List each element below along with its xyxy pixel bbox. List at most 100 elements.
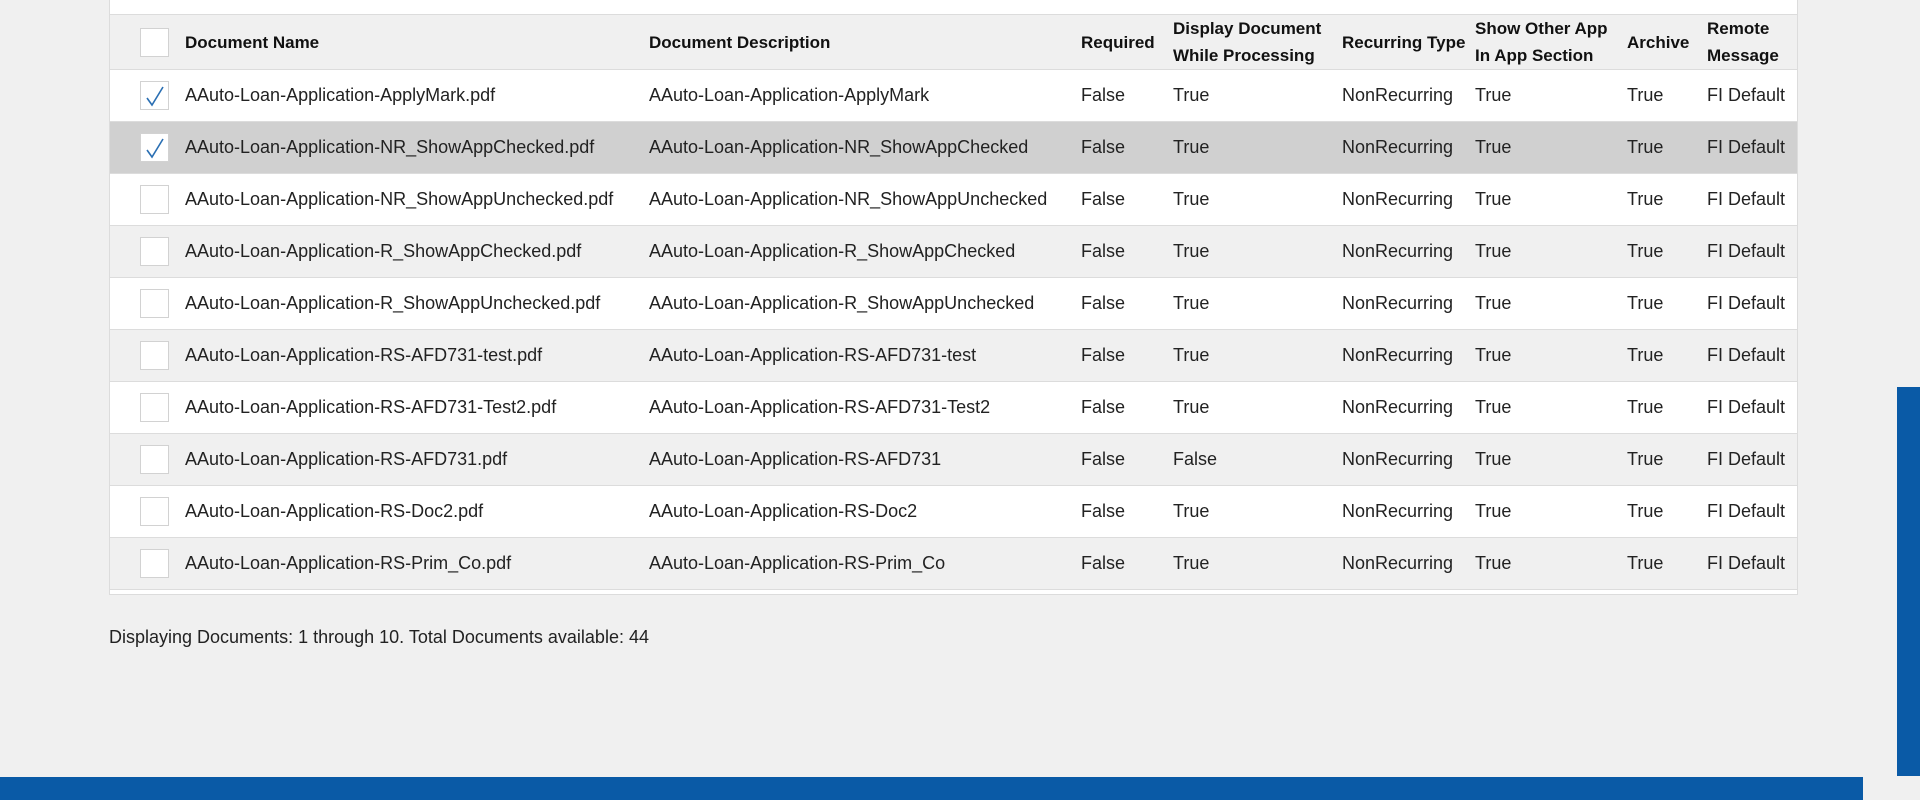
row-select-cell (110, 277, 185, 330)
pagination-status: Displaying Documents: 1 through 10. Tota… (109, 627, 649, 647)
document-description-cell: AAuto-Loan-Application-R_ShowAppUnchecke… (649, 277, 1081, 330)
col-header-show-other-app[interactable]: Show Other App In App Section (1475, 15, 1627, 70)
row-checkbox[interactable] (140, 445, 169, 474)
remote-message-cell: FI Default (1707, 173, 1797, 226)
required-cell: False (1081, 121, 1173, 174)
documents-table: Document Name Document Description Requi… (110, 15, 1797, 590)
remote-message-cell: FI Default (1707, 485, 1797, 538)
archive-cell: True (1627, 433, 1707, 486)
grid-top-strip (110, 0, 1797, 15)
remote-message-cell: FI Default (1707, 277, 1797, 330)
table-row[interactable]: AAuto-Loan-Application-R_ShowAppChecked.… (110, 225, 1797, 278)
row-select-cell (110, 381, 185, 434)
required-cell: False (1081, 485, 1173, 538)
document-description-cell: AAuto-Loan-Application-ApplyMark (649, 69, 1081, 122)
col-header-remote-message[interactable]: Remote Message (1707, 15, 1797, 70)
row-select-cell (110, 433, 185, 486)
row-checkbox[interactable] (140, 497, 169, 526)
table-row[interactable]: AAuto-Loan-Application-RS-AFD731-Test2.p… (110, 381, 1797, 434)
display-while-processing-cell: True (1173, 537, 1342, 590)
recurring-type-cell: NonRecurring (1342, 225, 1475, 278)
remote-message-cell: FI Default (1707, 121, 1797, 174)
vertical-scrollbar-thumb[interactable] (1897, 387, 1920, 776)
row-checkbox[interactable] (140, 393, 169, 422)
table-row[interactable]: AAuto-Loan-Application-ApplyMark.pdf AAut… (110, 69, 1797, 122)
select-all-checkbox[interactable] (140, 27, 169, 57)
table-row[interactable]: AAuto-Loan-Application-NR_ShowAppChecked… (110, 121, 1797, 174)
document-description-cell: AAuto-Loan-Application-R_ShowAppChecked (649, 225, 1081, 278)
show-other-app-cell: True (1475, 381, 1627, 434)
row-checkbox[interactable] (140, 133, 169, 162)
document-name-cell: AAuto-Loan-Application-R_ShowAppUnchecke… (185, 277, 649, 330)
document-name-cell: AAuto-Loan-Application-NR_ShowAppUncheck… (185, 173, 649, 226)
show-other-app-cell: True (1475, 537, 1627, 590)
remote-message-cell: FI Default (1707, 433, 1797, 486)
recurring-type-cell: NonRecurring (1342, 433, 1475, 486)
row-checkbox[interactable] (140, 289, 169, 318)
table-header-row: Document Name Document Description Requi… (110, 15, 1797, 70)
recurring-type-cell: NonRecurring (1342, 277, 1475, 330)
archive-cell: True (1627, 225, 1707, 278)
document-name-cell: AAuto-Loan-Application-RS-AFD731.pdf (185, 433, 649, 486)
remote-message-cell: FI Default (1707, 69, 1797, 122)
recurring-type-cell: NonRecurring (1342, 537, 1475, 590)
document-description-cell: AAuto-Loan-Application-RS-AFD731-Test2 (649, 381, 1081, 434)
table-row[interactable]: AAuto-Loan-Application-RS-Prim_Co.pdf AAu… (110, 537, 1797, 590)
show-other-app-cell: True (1475, 173, 1627, 226)
row-select-cell (110, 537, 185, 590)
required-cell: False (1081, 329, 1173, 382)
remote-message-cell: FI Default (1707, 537, 1797, 590)
remote-message-cell: FI Default (1707, 225, 1797, 278)
remote-message-cell: FI Default (1707, 381, 1797, 434)
col-header-recurring-type[interactable]: Recurring Type (1342, 15, 1475, 70)
document-name-cell: AAuto-Loan-Application-RS-AFD731-Test2.p… (185, 381, 649, 434)
display-while-processing-cell: True (1173, 381, 1342, 434)
document-description-cell: AAuto-Loan-Application-RS-AFD731-test (649, 329, 1081, 382)
display-while-processing-cell: True (1173, 485, 1342, 538)
row-checkbox[interactable] (140, 341, 169, 370)
display-while-processing-cell: True (1173, 277, 1342, 330)
required-cell: False (1081, 69, 1173, 122)
recurring-type-cell: NonRecurring (1342, 173, 1475, 226)
col-header-archive[interactable]: Archive (1627, 15, 1707, 70)
col-header-document-name[interactable]: Document Name (185, 15, 649, 70)
archive-cell: True (1627, 381, 1707, 434)
row-select-cell (110, 485, 185, 538)
document-name-cell: AAuto-Loan-Application-RS-Doc2.pdf (185, 485, 649, 538)
table-row[interactable]: AAuto-Loan-Application-RS-AFD731.pdf AAut… (110, 433, 1797, 486)
show-other-app-cell: True (1475, 433, 1627, 486)
document-name-cell: AAuto-Loan-Application-ApplyMark.pdf (185, 69, 649, 122)
recurring-type-cell: NonRecurring (1342, 69, 1475, 122)
document-description-cell: AAuto-Loan-Application-NR_ShowAppUncheck… (649, 173, 1081, 226)
select-all-cell (110, 15, 185, 70)
col-header-document-description[interactable]: Document Description (649, 15, 1081, 70)
document-description-cell: AAuto-Loan-Application-RS-Prim_Co (649, 537, 1081, 590)
row-checkbox[interactable] (140, 549, 169, 578)
col-header-required[interactable]: Required (1081, 15, 1173, 70)
archive-cell: True (1627, 329, 1707, 382)
required-cell: False (1081, 433, 1173, 486)
row-select-cell (110, 225, 185, 278)
documents-grid: Document Name Document Description Requi… (109, 0, 1798, 595)
checkmark-icon (146, 138, 164, 159)
document-description-cell: AAuto-Loan-Application-NR_ShowAppChecked (649, 121, 1081, 174)
row-checkbox[interactable] (140, 237, 169, 266)
show-other-app-cell: True (1475, 121, 1627, 174)
table-row[interactable]: AAuto-Loan-Application-NR_ShowAppUncheck… (110, 173, 1797, 226)
archive-cell: True (1627, 69, 1707, 122)
table-row[interactable]: AAuto-Loan-Application-R_ShowAppUnchecke… (110, 277, 1797, 330)
row-select-cell (110, 69, 185, 122)
document-description-cell: AAuto-Loan-Application-RS-Doc2 (649, 485, 1081, 538)
table-row[interactable]: AAuto-Loan-Application-RS-AFD731-test.pd… (110, 329, 1797, 382)
col-header-display-while-processing[interactable]: Display Document While Processing (1173, 15, 1342, 70)
display-while-processing-cell: True (1173, 69, 1342, 122)
required-cell: False (1081, 537, 1173, 590)
table-row[interactable]: AAuto-Loan-Application-RS-Doc2.pdf AAuto-… (110, 485, 1797, 538)
recurring-type-cell: NonRecurring (1342, 329, 1475, 382)
required-cell: False (1081, 173, 1173, 226)
row-checkbox[interactable] (140, 185, 169, 214)
document-name-cell: AAuto-Loan-Application-R_ShowAppChecked.… (185, 225, 649, 278)
display-while-processing-cell: False (1173, 433, 1342, 486)
row-checkbox[interactable] (140, 81, 169, 110)
archive-cell: True (1627, 173, 1707, 226)
